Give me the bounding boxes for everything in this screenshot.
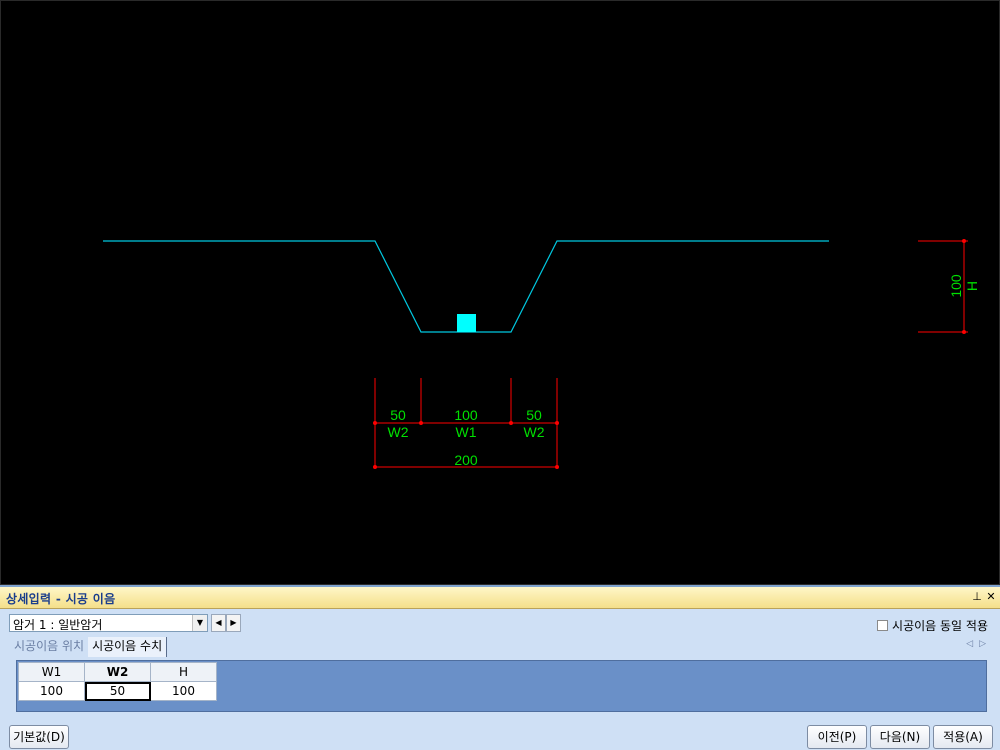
dot [419,421,423,425]
panel-titlebar: 상세입력 - 시공 이음 ⊥ ✕ [0,587,1000,609]
dim-w1-value: 100 [454,407,478,423]
dim-h-name: H [964,281,980,291]
values-grid-area: W1 W2 H 100 50 100 [16,660,987,712]
default-values-button[interactable]: 기본값(D) [9,725,69,749]
column-header-h: H [150,662,217,682]
apply-button[interactable]: 적용(A) [933,725,993,749]
dim-total-value: 200 [454,452,478,468]
drawing-svg: 50 100 50 W2 W1 W2 200 100 H [103,239,981,469]
chevron-down-icon[interactable]: ▼ [192,615,207,631]
culvert-type-value: 암거 1 : 일반암거 [13,618,103,632]
tab-joint-position[interactable]: 시공이음 위치 [10,637,88,657]
triangle-right-icon: ▶ [230,618,237,627]
triangle-left-icon: ◀ [215,618,222,627]
pin-icon[interactable]: ⊥ [970,590,984,604]
dim-w2-right-value: 50 [526,407,542,423]
joint-marker [457,314,476,332]
column-header-w2: W2 [84,662,151,682]
dim-w1-name: W1 [456,424,477,440]
tab-joint-values[interactable]: 시공이음 수치 [88,637,168,657]
column-header-w1: W1 [18,662,85,682]
dot [509,421,513,425]
table-row: 100 50 100 [18,681,217,701]
close-icon[interactable]: ✕ [984,590,998,604]
dim-w2-left-value: 50 [390,407,406,423]
prev-culvert-button[interactable]: ◀ [211,614,226,632]
culvert-type-select[interactable]: 암거 1 : 일반암거 ▼ [9,614,208,632]
next-culvert-button[interactable]: ▶ [226,614,241,632]
same-joint-label: 시공이음 동일 적용 [892,619,988,633]
tab-scroll-buttons: ◁ ▷ [966,639,986,649]
previous-button[interactable]: 이전(P) [807,725,867,749]
cell-w1[interactable]: 100 [18,681,85,701]
same-joint-option[interactable]: 시공이음 동일 적용 [877,617,988,634]
dim-h-value: 100 [948,274,964,298]
drawing-canvas[interactable]: 50 100 50 W2 W1 W2 200 100 H [0,0,1000,585]
triangle-right-icon[interactable]: ▷ [979,639,986,649]
dimension-text: 50 100 50 W2 W1 W2 200 100 H [388,274,981,468]
dim-w2-right-name: W2 [524,424,545,440]
panel-tabs: 시공이음 위치 시공이음 수치 [10,637,168,657]
dim-w2-left-name: W2 [388,424,409,440]
dot [373,465,377,469]
dot [555,421,559,425]
next-button[interactable]: 다음(N) [870,725,930,749]
triangle-left-icon[interactable]: ◁ [966,639,973,649]
cell-h[interactable]: 100 [150,681,217,701]
table-header-row: W1 W2 H [18,662,217,682]
dot [373,421,377,425]
dot [555,465,559,469]
panel-toolbar: 암거 1 : 일반암거 ▼ ◀ ▶ 시공이음 동일 적용 [0,611,1000,635]
same-joint-checkbox[interactable] [877,620,889,631]
detail-input-panel: 상세입력 - 시공 이음 ⊥ ✕ 암거 1 : 일반암거 ▼ ◀ ▶ 시공이음 … [0,585,1000,750]
panel-title: 상세입력 - 시공 이음 [6,592,116,606]
cell-w2[interactable]: 50 [84,681,151,701]
joint-values-table: W1 W2 H 100 50 100 [18,662,217,701]
